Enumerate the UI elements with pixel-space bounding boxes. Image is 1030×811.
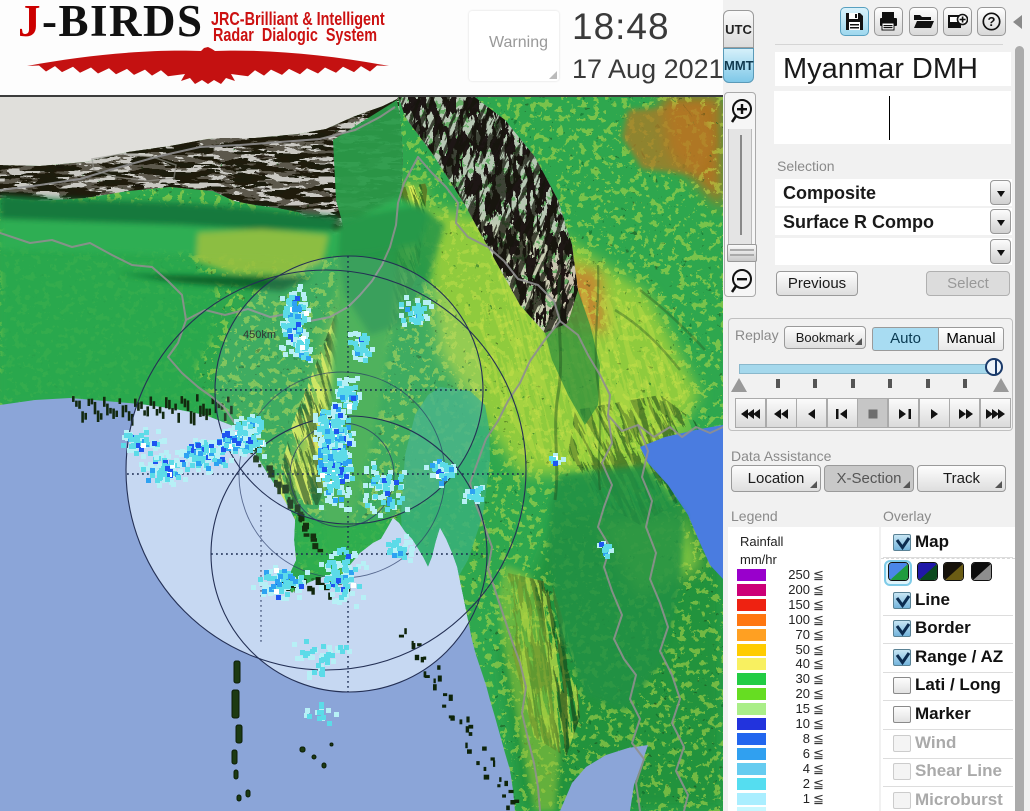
svg-text:450km: 450km [243,329,276,341]
svg-text:?: ? [988,14,996,29]
